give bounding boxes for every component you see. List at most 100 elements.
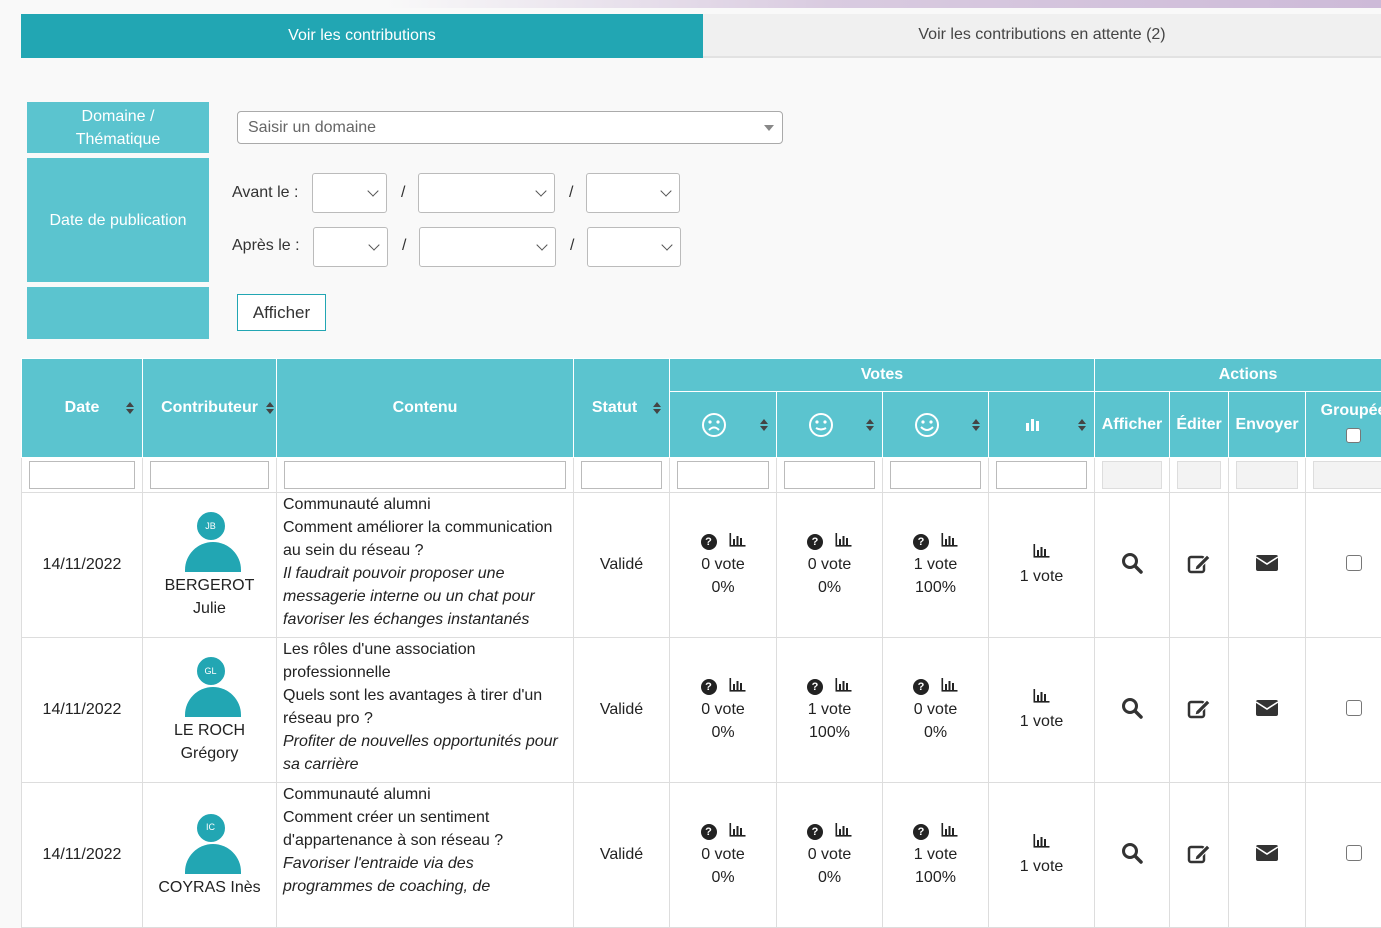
col-vote-happy[interactable] [883,392,989,458]
search-icon[interactable] [1121,842,1143,864]
col-vote-neutral[interactable] [777,392,883,458]
vote-total-cell: 1 vote [989,783,1095,928]
bar-chart-icon[interactable] [835,676,852,699]
bar-chart-icon[interactable] [729,531,746,554]
send-cell [1229,493,1306,638]
bar-chart-icon[interactable] [835,821,852,844]
edit-icon[interactable] [1187,552,1211,574]
vote-total-text: 1 vote [989,710,1094,733]
bar-chart-icon[interactable] [729,676,746,699]
vote-cell: ?1 vote100% [883,493,989,638]
vote-percent: 0% [777,866,882,889]
bar-chart-icon[interactable] [1033,687,1050,710]
neutral-face-icon [808,412,834,438]
filter-vote-sad-input[interactable] [677,461,769,489]
select-all-checkbox[interactable] [1346,428,1361,443]
contributor-cell: IC COYRAS Inès [143,783,277,928]
chevron-down-icon [367,185,378,196]
vote-count: 0 vote [670,553,776,576]
bar-chart-icon[interactable] [941,531,958,554]
edit-icon[interactable] [1187,697,1211,719]
question-icon[interactable]: ? [807,534,823,550]
after-month-select[interactable] [419,227,556,267]
date-label: Date de publication [27,158,209,282]
col-date[interactable]: Date [22,359,143,458]
separator: / [569,184,573,202]
sort-icon[interactable] [653,402,661,414]
domain-select[interactable]: Saisir un domaine [237,111,783,144]
vote-cell: ?0 vote0% [883,638,989,783]
col-vote-sad[interactable] [670,392,777,458]
col-status[interactable]: Statut [574,359,670,458]
content-question: Comment créer un sentiment d'appartenanc… [283,806,567,852]
filter-status-input[interactable] [581,461,662,489]
sort-icon[interactable] [866,419,874,431]
filter-vote-happy-input[interactable] [890,461,981,489]
before-month-select[interactable] [418,173,555,213]
before-day-select[interactable] [312,173,387,213]
envelope-icon[interactable] [1255,554,1279,572]
contributor-cell: GL LE ROCH Grégory [143,638,277,783]
date-text: 14/11/2022 [43,701,122,718]
edit-icon[interactable] [1187,842,1211,864]
col-contributor[interactable]: Contributeur [143,359,277,458]
question-icon[interactable]: ? [913,679,929,695]
avatar[interactable]: JB [182,510,238,572]
afficher-button[interactable]: Afficher [237,294,326,331]
before-year-select[interactable] [586,173,680,213]
avatar[interactable]: IC [182,812,238,874]
search-icon[interactable] [1121,697,1143,719]
row-checkbox[interactable] [1346,555,1362,571]
question-icon[interactable]: ? [701,679,717,695]
bar-chart-icon[interactable] [835,531,852,554]
filter-cell [777,458,883,493]
bar-chart-icon[interactable] [1033,542,1050,565]
question-icon[interactable]: ? [807,679,823,695]
date-text: 14/11/2022 [43,846,122,863]
vote-percent: 100% [883,866,988,889]
contributor-cell: JB BERGEROT Julie [143,493,277,638]
status-cell: Validé [574,783,670,928]
content-question: Quels sont les avantages à tirer d'un ré… [283,684,567,730]
date-cell: 14/11/2022 [22,783,143,928]
question-icon[interactable]: ? [807,824,823,840]
envelope-icon[interactable] [1255,844,1279,862]
question-icon[interactable]: ? [701,824,717,840]
avatar-body [185,542,241,572]
top-stripe [0,0,1381,8]
vote-cell: ?0 vote0% [777,783,883,928]
tab-contributions[interactable]: Voir les contributions [21,14,703,58]
avatar-initials: JB [195,510,227,542]
search-icon[interactable] [1121,552,1143,574]
col-vote-total[interactable] [989,392,1095,458]
row-checkbox[interactable] [1346,700,1362,716]
vote-total-text: 1 vote [989,855,1094,878]
filter-vote-total-input[interactable] [996,461,1087,489]
filter-date-input[interactable] [29,461,135,489]
avatar[interactable]: GL [182,655,238,717]
vote-percent: 0% [777,576,882,599]
tab-pending-contributions[interactable]: Voir les contributions en attente (2) [703,14,1381,58]
sort-icon[interactable] [760,419,768,431]
content-cell: Communauté alumni Comment créer un senti… [277,783,574,928]
sort-icon[interactable] [972,419,980,431]
bar-chart-icon[interactable] [1033,832,1050,855]
filter-vote-neutral-input[interactable] [784,461,875,489]
question-icon[interactable]: ? [701,534,717,550]
envelope-icon[interactable] [1255,699,1279,717]
sort-icon[interactable] [266,402,274,414]
filter-content-input[interactable] [284,461,566,489]
sort-icon[interactable] [1078,419,1086,431]
question-icon[interactable]: ? [913,824,929,840]
bar-chart-icon[interactable] [729,821,746,844]
after-year-select[interactable] [587,227,681,267]
bar-chart-icon[interactable] [941,821,958,844]
row-checkbox[interactable] [1346,845,1362,861]
show-cell [1095,783,1170,928]
sort-icon[interactable] [126,402,134,414]
bar-chart-icon[interactable] [941,676,958,699]
after-day-select[interactable] [313,227,388,267]
question-icon[interactable]: ? [913,534,929,550]
col-edit-label: Éditer [1176,416,1221,433]
filter-contributor-input[interactable] [150,461,269,489]
